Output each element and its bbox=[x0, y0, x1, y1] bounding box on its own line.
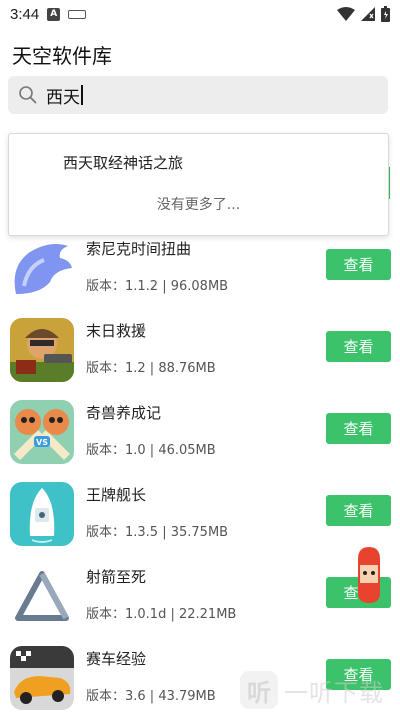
clock: 3:44 bbox=[10, 5, 40, 23]
text-caret bbox=[81, 85, 83, 105]
app-version: 版本：3.6 | 43.79MB bbox=[86, 689, 216, 704]
watermark-logo: 听 bbox=[240, 671, 278, 709]
app-name: 赛车经验 bbox=[86, 650, 147, 668]
list-item[interactable]: VS 奇兽养成记 版本：1.0 | 46.05MB 查看 bbox=[0, 400, 400, 482]
search-icon bbox=[19, 86, 37, 104]
boat-icon bbox=[10, 482, 74, 546]
suggestion-item[interactable]: 西天取经神话之旅 bbox=[63, 152, 183, 173]
app-name: 王牌舰长 bbox=[86, 486, 147, 504]
app-version: 版本：1.0.1d | 22.21MB bbox=[86, 607, 237, 622]
suggestion-dropdown: 西天取经神话之旅 没有更多了... bbox=[8, 133, 389, 236]
floating-mascot-badge[interactable] bbox=[354, 545, 384, 605]
no-more-label: 没有更多了... bbox=[156, 197, 241, 213]
list-item[interactable]: 索尼克时间扭曲 版本：1.1.2 | 96.08MB 查看 bbox=[0, 236, 400, 318]
search-input[interactable]: 西天 bbox=[8, 76, 388, 114]
keyboard-icon bbox=[68, 9, 87, 19]
view-button[interactable]: 查看 bbox=[326, 495, 391, 526]
mascot-icon bbox=[358, 547, 380, 603]
sonic-ring-icon bbox=[10, 236, 74, 300]
view-button[interactable]: 查看 bbox=[326, 331, 391, 362]
app-name: 末日救援 bbox=[86, 322, 147, 340]
app-version: 版本：1.1.2 | 96.08MB bbox=[86, 279, 229, 294]
app-version: 版本：1.2 | 88.76MB bbox=[86, 361, 216, 376]
soldier-icon bbox=[10, 318, 74, 382]
app-name: 索尼克时间扭曲 bbox=[86, 240, 192, 258]
battery-icon bbox=[381, 6, 390, 22]
search-query: 西天 bbox=[46, 87, 80, 108]
list-item[interactable]: 射箭至死 版本：1.0.1d | 22.21MB 查看 bbox=[0, 564, 400, 646]
wifi-icon bbox=[337, 7, 355, 21]
app-name: 射箭至死 bbox=[86, 568, 147, 586]
notification-a-icon: A bbox=[47, 7, 61, 21]
triangle-icon bbox=[10, 564, 74, 628]
view-button[interactable]: 查看 bbox=[326, 249, 391, 280]
app-name: 奇兽养成记 bbox=[86, 404, 162, 422]
view-button[interactable]: 查看 bbox=[326, 413, 391, 444]
race-car-icon bbox=[10, 646, 74, 710]
list-item[interactable]: 末日救援 版本：1.2 | 88.76MB 查看 bbox=[0, 318, 400, 400]
watermark-text: 一听下载 bbox=[284, 678, 384, 707]
cats-vs-icon: VS bbox=[10, 400, 74, 464]
page-title: 天空软件库 bbox=[12, 44, 112, 68]
watermark: 听 一听下载 bbox=[240, 668, 400, 712]
status-bar: 3:44 A bbox=[0, 0, 400, 28]
svg-text:VS: VS bbox=[36, 438, 48, 447]
app-version: 版本：1.0 | 46.05MB bbox=[86, 443, 216, 458]
app-version: 版本：1.3.5 | 35.75MB bbox=[86, 525, 229, 540]
signal-icon bbox=[361, 7, 375, 21]
list-item[interactable]: 王牌舰长 版本：1.3.5 | 35.75MB 查看 bbox=[0, 482, 400, 564]
